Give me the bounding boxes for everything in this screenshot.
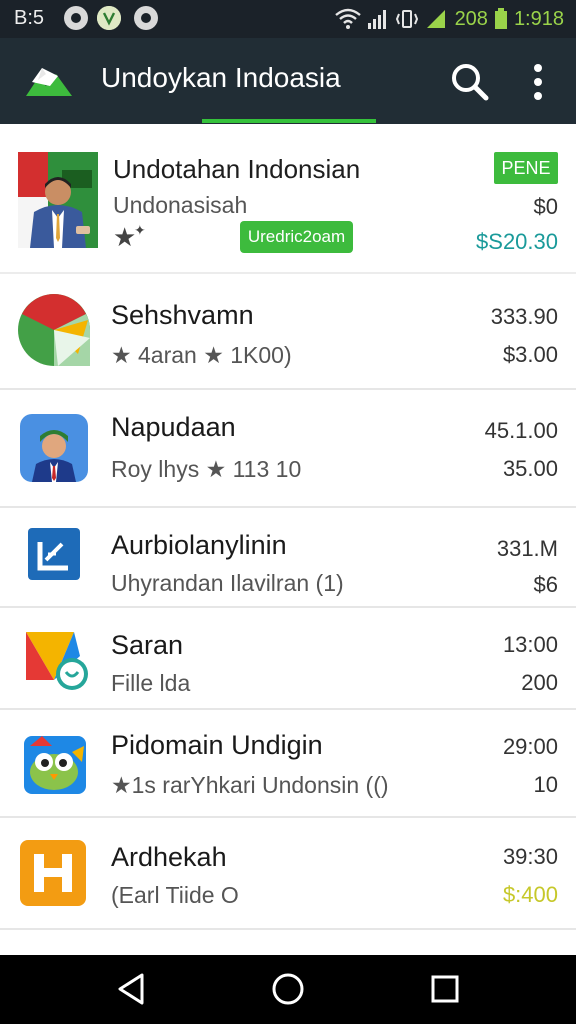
app-meta: Fille lda [111, 670, 191, 696]
chrome-like-icon [18, 294, 90, 366]
avatar-icon [20, 414, 88, 482]
star-icon: ★ [113, 222, 137, 252]
app-name: Napudaan [111, 412, 236, 442]
featured-app-card[interactable]: Undotahan Indonsian Undonasisah ★ ✦ Ured… [0, 124, 576, 274]
app-price-bottom: 35.00 [502, 456, 558, 481]
orange-h-icon [20, 840, 86, 906]
sparkle-icon: ✦ [134, 222, 146, 238]
status-bar: B:5 208 1:918 [0, 0, 576, 38]
app-meta: (Earl Tiide O [111, 882, 239, 908]
featured-thumbnail [18, 152, 98, 248]
featured-price-top: $0 [533, 194, 558, 219]
app-name: Ardhekah [111, 842, 227, 872]
app-list: Sehshvamn ★ 4aran ★ 1K00) 333.90 $3.00 N… [0, 276, 576, 930]
signal-icon [367, 10, 386, 29]
featured-price-bottom: $S20.30 [476, 229, 558, 254]
app-price-top: 331.M [496, 536, 558, 561]
owl-icon [24, 736, 86, 794]
back-icon[interactable] [112, 969, 152, 1009]
featured-subtitle: Undonasisah [113, 192, 248, 218]
app-meta: Roy lhys ★ 113 10 [111, 456, 302, 482]
list-item[interactable]: Aurbiolanylinin Uhyrandan Ilavilran (1) … [0, 508, 576, 608]
notification-dot-icon [64, 6, 88, 30]
app-price-bottom: 200 [521, 670, 558, 695]
list-item[interactable]: Ardhekah (Earl Tiide O 39:30 $:400 [0, 818, 576, 930]
app-meta: ★ 4aran ★ 1K00) [111, 342, 292, 368]
overflow-menu-icon[interactable] [522, 60, 554, 104]
featured-title: Undotahan Indonsian [113, 154, 361, 184]
battery-icon [494, 8, 507, 29]
edit-square-icon [28, 528, 80, 580]
home-icon[interactable] [268, 969, 308, 1009]
notification-dot-icon [134, 6, 158, 30]
list-item[interactable]: Pidomain Undigin ★1s rarYhkari Undonsin … [0, 710, 576, 818]
app-price-bottom: 10 [533, 772, 558, 797]
featured-corner-badge: PENE [494, 152, 558, 184]
app-title: Undoykan Indoasia [101, 62, 341, 93]
app-logo-icon [26, 68, 72, 96]
app-meta: Uhyrandan Ilavilran (1) [111, 570, 344, 596]
recents-icon[interactable] [425, 969, 465, 1009]
signal-icon [426, 10, 445, 28]
app-price-top: 45.1.00 [484, 418, 558, 443]
status-clock: 1:918 [513, 7, 564, 30]
list-item[interactable]: Sehshvamn ★ 4aran ★ 1K00) 333.90 $3.00 [0, 276, 576, 390]
vine-icon [97, 6, 121, 30]
vibrate-icon [395, 10, 418, 28]
app-name: Saran [111, 630, 184, 660]
status-time: B:5 [14, 7, 45, 29]
app-price-top: 39:30 [502, 844, 558, 869]
wifi-icon [334, 8, 361, 29]
app-name: Sehshvamn [111, 300, 254, 330]
app-bar: Undoykan Indoasia [0, 38, 576, 124]
app-meta: ★1s rarYhkari Undonsin (() [111, 772, 389, 798]
app-price-top: 13:00 [502, 632, 558, 657]
list-item[interactable]: Saran Fille lda 13:00 200 [0, 608, 576, 710]
battery-percent: 208 [454, 7, 488, 30]
navigation-bar [0, 955, 576, 1024]
app-price-bottom: $6 [533, 572, 558, 597]
app-name: Pidomain Undigin [111, 730, 323, 760]
tab-indicator [202, 119, 376, 123]
search-icon[interactable] [448, 60, 492, 104]
app-name: Aurbiolanylinin [111, 530, 287, 560]
play-triangle-icon [26, 632, 88, 690]
app-price-top: 333.90 [490, 304, 558, 329]
app-price-bottom: $3.00 [502, 342, 558, 367]
app-price-top: 29:00 [502, 734, 558, 759]
app-price-bottom: $:400 [502, 882, 558, 907]
list-item[interactable]: Napudaan Roy lhys ★ 113 10 45.1.00 35.00 [0, 390, 576, 508]
featured-pill-badge[interactable]: Uredric2oam [240, 221, 353, 253]
